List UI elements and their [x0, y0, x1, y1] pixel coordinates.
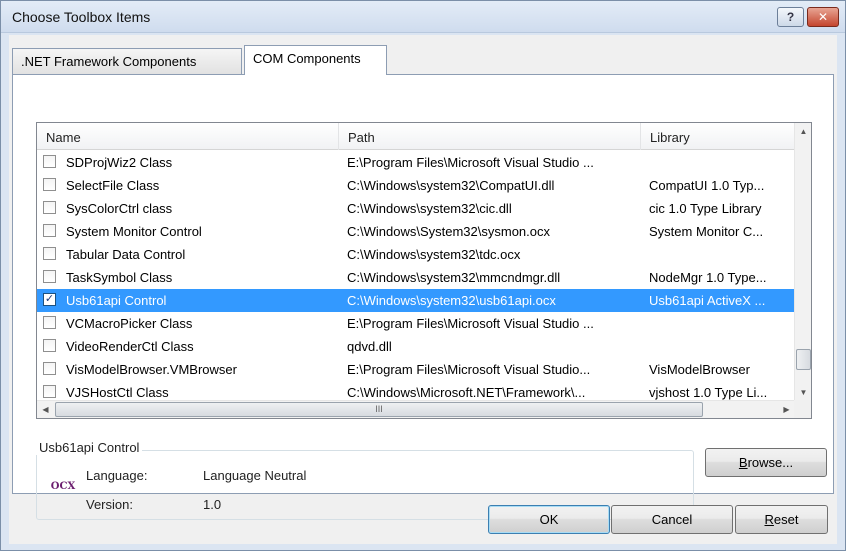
cancel-button[interactable]: Cancel	[611, 505, 733, 534]
choose-toolbox-items-dialog: Choose Toolbox Items ? ✕ .NET Framework …	[0, 0, 846, 551]
row-library: VisModelBrowser	[649, 362, 750, 377]
row-path: E:\Program Files\Microsoft Visual Studio…	[347, 316, 594, 331]
row-library: cic 1.0 Type Library	[649, 201, 762, 216]
row-checkbox[interactable]	[43, 362, 56, 375]
row-checkbox[interactable]	[43, 270, 56, 283]
scroll-down-icon[interactable]: ▼	[795, 384, 811, 401]
row-name: TaskSymbol Class	[66, 270, 173, 285]
window-title: Choose Toolbox Items	[12, 9, 151, 25]
vertical-scroll-thumb[interactable]	[796, 349, 811, 370]
language-label: Language:	[86, 468, 148, 483]
language-value: Language Neutral	[203, 468, 307, 483]
row-checkbox[interactable]	[43, 385, 56, 398]
scroll-left-icon[interactable]: ◀	[37, 401, 54, 418]
row-name: VCMacroPicker Class	[66, 316, 193, 331]
table-row[interactable]: TaskSymbol Class C:\Windows\system32\mmcn…	[37, 266, 795, 289]
row-path: C:\Windows\System32\sysmon.ocx	[347, 224, 551, 239]
close-icon: ✕	[817, 10, 829, 24]
details-group-title: Usb61api Control	[36, 440, 143, 455]
table-row[interactable]: VideoRenderCtl Class qdvd.dll	[37, 335, 795, 358]
com-components-panel: Name Path Library SDProjWiz2 Class E:\Pro…	[12, 74, 834, 520]
browse-button[interactable]: Browse...	[705, 448, 827, 477]
row-library: NodeMgr 1.0 Type...	[649, 270, 767, 285]
table-row[interactable]: Tabular Data Control C:\Windows\system32\…	[37, 243, 795, 266]
row-library: System Monitor C...	[649, 224, 764, 239]
row-library: Usb61api ActiveX ...	[649, 293, 766, 308]
scroll-grip-icon: III	[375, 404, 383, 414]
ocx-icon: OCX	[50, 480, 76, 492]
table-row[interactable]: SDProjWiz2 Class E:\Program Files\Microso…	[37, 151, 795, 174]
table-row[interactable]: ✓ Usb61api Control C:\Windows\system32\usb…	[37, 289, 795, 312]
close-button[interactable]: ✕	[807, 7, 839, 27]
row-path: C:\Windows\system32\usb61api.ocx	[347, 293, 556, 308]
row-name: VJSHostCtl Class	[66, 385, 169, 400]
column-header-name[interactable]: Name	[37, 123, 339, 150]
reset-button[interactable]: Reset	[735, 505, 828, 534]
tab-net-framework-components[interactable]: .NET Framework Components	[12, 48, 242, 74]
row-name: Tabular Data Control	[66, 247, 186, 262]
column-header-library[interactable]: Library	[641, 123, 795, 150]
row-name: SDProjWiz2 Class	[66, 155, 173, 170]
table-row[interactable]: System Monitor Control C:\Windows\System3…	[37, 220, 795, 243]
row-checkbox[interactable]	[43, 247, 56, 260]
table-row[interactable]: SelectFile Class C:\Windows\system32\Comp…	[37, 174, 795, 197]
row-checkbox[interactable]	[43, 339, 56, 352]
row-name: VideoRenderCtl Class	[66, 339, 194, 354]
row-name: SysColorCtrl class	[66, 201, 173, 216]
browse-label: rowse...	[747, 455, 794, 470]
row-checkbox[interactable]: ✓	[43, 293, 56, 306]
row-library: vjshost 1.0 Type Li...	[649, 385, 768, 400]
ok-button[interactable]: OK	[488, 505, 610, 534]
reset-accel: R	[764, 512, 774, 527]
row-path: C:\Windows\system32\tdc.ocx	[347, 247, 521, 262]
row-path: C:\Windows\system32\mmcndmgr.dll	[347, 270, 561, 285]
list-header: Name Path Library	[37, 123, 795, 150]
row-path: C:\Windows\system32\CompatUI.dll	[347, 178, 555, 193]
row-path: E:\Program Files\Microsoft Visual Studio…	[347, 362, 591, 377]
table-row[interactable]: VCMacroPicker Class E:\Program Files\Micr…	[37, 312, 795, 335]
help-button[interactable]: ?	[777, 7, 804, 27]
row-path: C:\Windows\Microsoft.NET\Framework\...	[347, 385, 586, 400]
tab-com-components[interactable]: COM Components	[244, 45, 387, 75]
row-library: CompatUI 1.0 Typ...	[649, 178, 765, 193]
reset-label: eset	[773, 512, 799, 527]
row-name: VisModelBrowser.VMBrowser	[66, 362, 237, 377]
row-name: SelectFile Class	[66, 178, 160, 193]
row-checkbox[interactable]	[43, 155, 56, 168]
dialog-client-area: .NET Framework Components COM Components…	[9, 35, 837, 544]
help-icon: ?	[786, 10, 795, 24]
components-list[interactable]: Name Path Library SDProjWiz2 Class E:\Pro…	[36, 122, 812, 419]
browse-accel: B	[738, 455, 748, 470]
row-name: Usb61api Control	[66, 293, 167, 308]
table-row[interactable]: VisModelBrowser.VMBrowser E:\Program File…	[37, 358, 795, 381]
scroll-up-icon[interactable]: ▲	[795, 123, 811, 140]
title-bar[interactable]: Choose Toolbox Items ? ✕	[1, 1, 845, 33]
row-path: C:\Windows\system32\cic.dll	[347, 201, 512, 216]
horizontal-scroll-thumb[interactable]: III	[55, 402, 703, 417]
version-label: Version:	[86, 497, 133, 512]
row-checkbox[interactable]	[43, 224, 56, 237]
column-header-path[interactable]: Path	[339, 123, 641, 150]
row-checkbox[interactable]	[43, 178, 56, 191]
vertical-scrollbar[interactable]: ▲ ▼	[794, 123, 811, 401]
row-path: E:\Program Files\Microsoft Visual Studio…	[347, 155, 594, 170]
list-rows: SDProjWiz2 Class E:\Program Files\Microso…	[37, 151, 795, 404]
horizontal-scrollbar[interactable]: ◀ III ▶	[37, 400, 795, 418]
scrollbar-corner	[794, 400, 811, 418]
version-value: 1.0	[203, 497, 222, 512]
row-name: System Monitor Control	[66, 224, 202, 239]
scroll-right-icon[interactable]: ▶	[778, 401, 795, 418]
row-path: qdvd.dll	[347, 339, 392, 354]
row-checkbox[interactable]	[43, 201, 56, 214]
row-checkbox[interactable]	[43, 316, 56, 329]
table-row[interactable]: SysColorCtrl class C:\Windows\system32\ci…	[37, 197, 795, 220]
